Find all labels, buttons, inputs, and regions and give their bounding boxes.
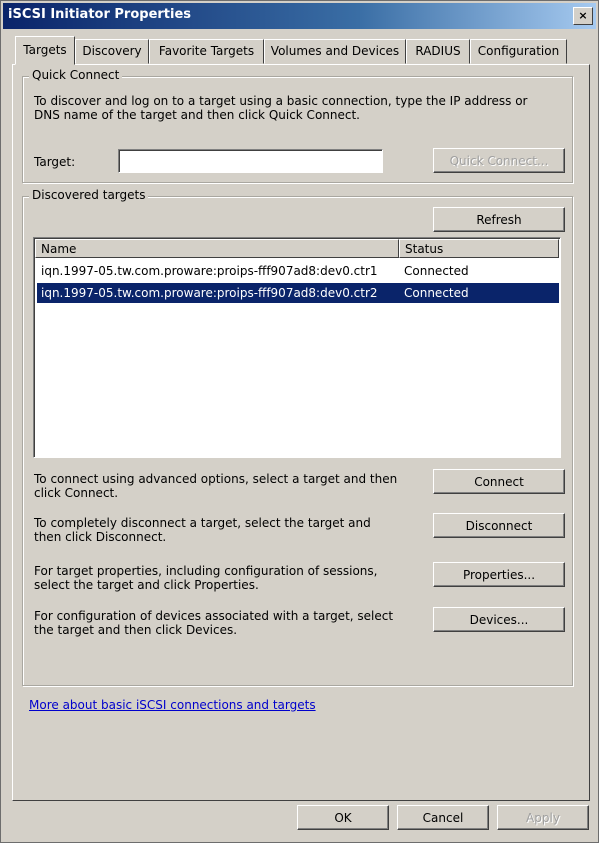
devices-description-2: the target and then click Devices. <box>34 623 238 637</box>
properties-description-2: select the target and click Properties. <box>34 578 259 592</box>
quick-connect-description-1: To discover and log on to a target using… <box>34 94 528 108</box>
targets-list[interactable]: Name Status iqn.1997-05.tw.com.proware:p… <box>33 237 561 458</box>
connect-description-2: click Connect. <box>34 486 119 500</box>
disconnect-description-2: then click Disconnect. <box>34 530 167 544</box>
target-name-cell: iqn.1997-05.tw.com.proware:proips-fff907… <box>41 264 378 278</box>
tab-volumes-and-devices[interactable]: Volumes and Devices <box>264 39 406 64</box>
dialog-window: iSCSI Initiator Properties × Targets Dis… <box>0 0 599 843</box>
ok-button[interactable]: OK <box>297 805 389 830</box>
table-row-selected[interactable]: iqn.1997-05.tw.com.proware:proips-fff907… <box>37 283 559 303</box>
tab-favorite-targets[interactable]: Favorite Targets <box>149 39 264 64</box>
refresh-button[interactable]: Refresh <box>433 207 565 232</box>
quick-connect-legend: Quick Connect <box>29 68 123 82</box>
window-title: iSCSI Initiator Properties <box>8 7 192 22</box>
tab-discovery[interactable]: Discovery <box>75 39 149 64</box>
title-bar[interactable]: iSCSI Initiator Properties × <box>3 3 596 29</box>
target-name-cell: iqn.1997-05.tw.com.proware:proips-fff907… <box>41 286 378 300</box>
disconnect-description-1: To completely disconnect a target, selec… <box>34 516 371 530</box>
quick-connect-description-2: DNS name of the target and then click Qu… <box>34 108 360 122</box>
target-input[interactable] <box>118 149 383 173</box>
disconnect-button[interactable]: Disconnect <box>433 513 565 538</box>
devices-button[interactable]: Devices... <box>433 607 565 632</box>
target-status-cell: Connected <box>404 286 469 300</box>
close-icon[interactable]: × <box>573 7 593 25</box>
help-link[interactable]: More about basic iSCSI connections and t… <box>29 698 316 712</box>
apply-button[interactable]: Apply <box>497 805 589 830</box>
target-status-cell: Connected <box>404 264 469 278</box>
connect-button[interactable]: Connect <box>433 469 565 494</box>
column-header-status[interactable]: Status <box>399 239 559 258</box>
target-label: Target: <box>34 155 76 169</box>
column-header-name[interactable]: Name <box>35 239 399 258</box>
tab-radius[interactable]: RADIUS <box>406 39 470 64</box>
quick-connect-button[interactable]: Quick Connect... <box>433 148 565 173</box>
tab-configuration[interactable]: Configuration <box>470 39 567 64</box>
discovered-targets-legend: Discovered targets <box>29 188 149 202</box>
connect-description-1: To connect using advanced options, selec… <box>34 472 398 486</box>
devices-description-1: For configuration of devices associated … <box>34 609 394 623</box>
table-row[interactable]: iqn.1997-05.tw.com.proware:proips-fff907… <box>37 261 559 281</box>
properties-button[interactable]: Properties... <box>433 562 565 587</box>
tab-targets[interactable]: Targets <box>15 36 75 65</box>
properties-description-1: For target properties, including configu… <box>34 564 378 578</box>
list-header: Name Status <box>35 239 559 259</box>
cancel-button[interactable]: Cancel <box>397 805 489 830</box>
